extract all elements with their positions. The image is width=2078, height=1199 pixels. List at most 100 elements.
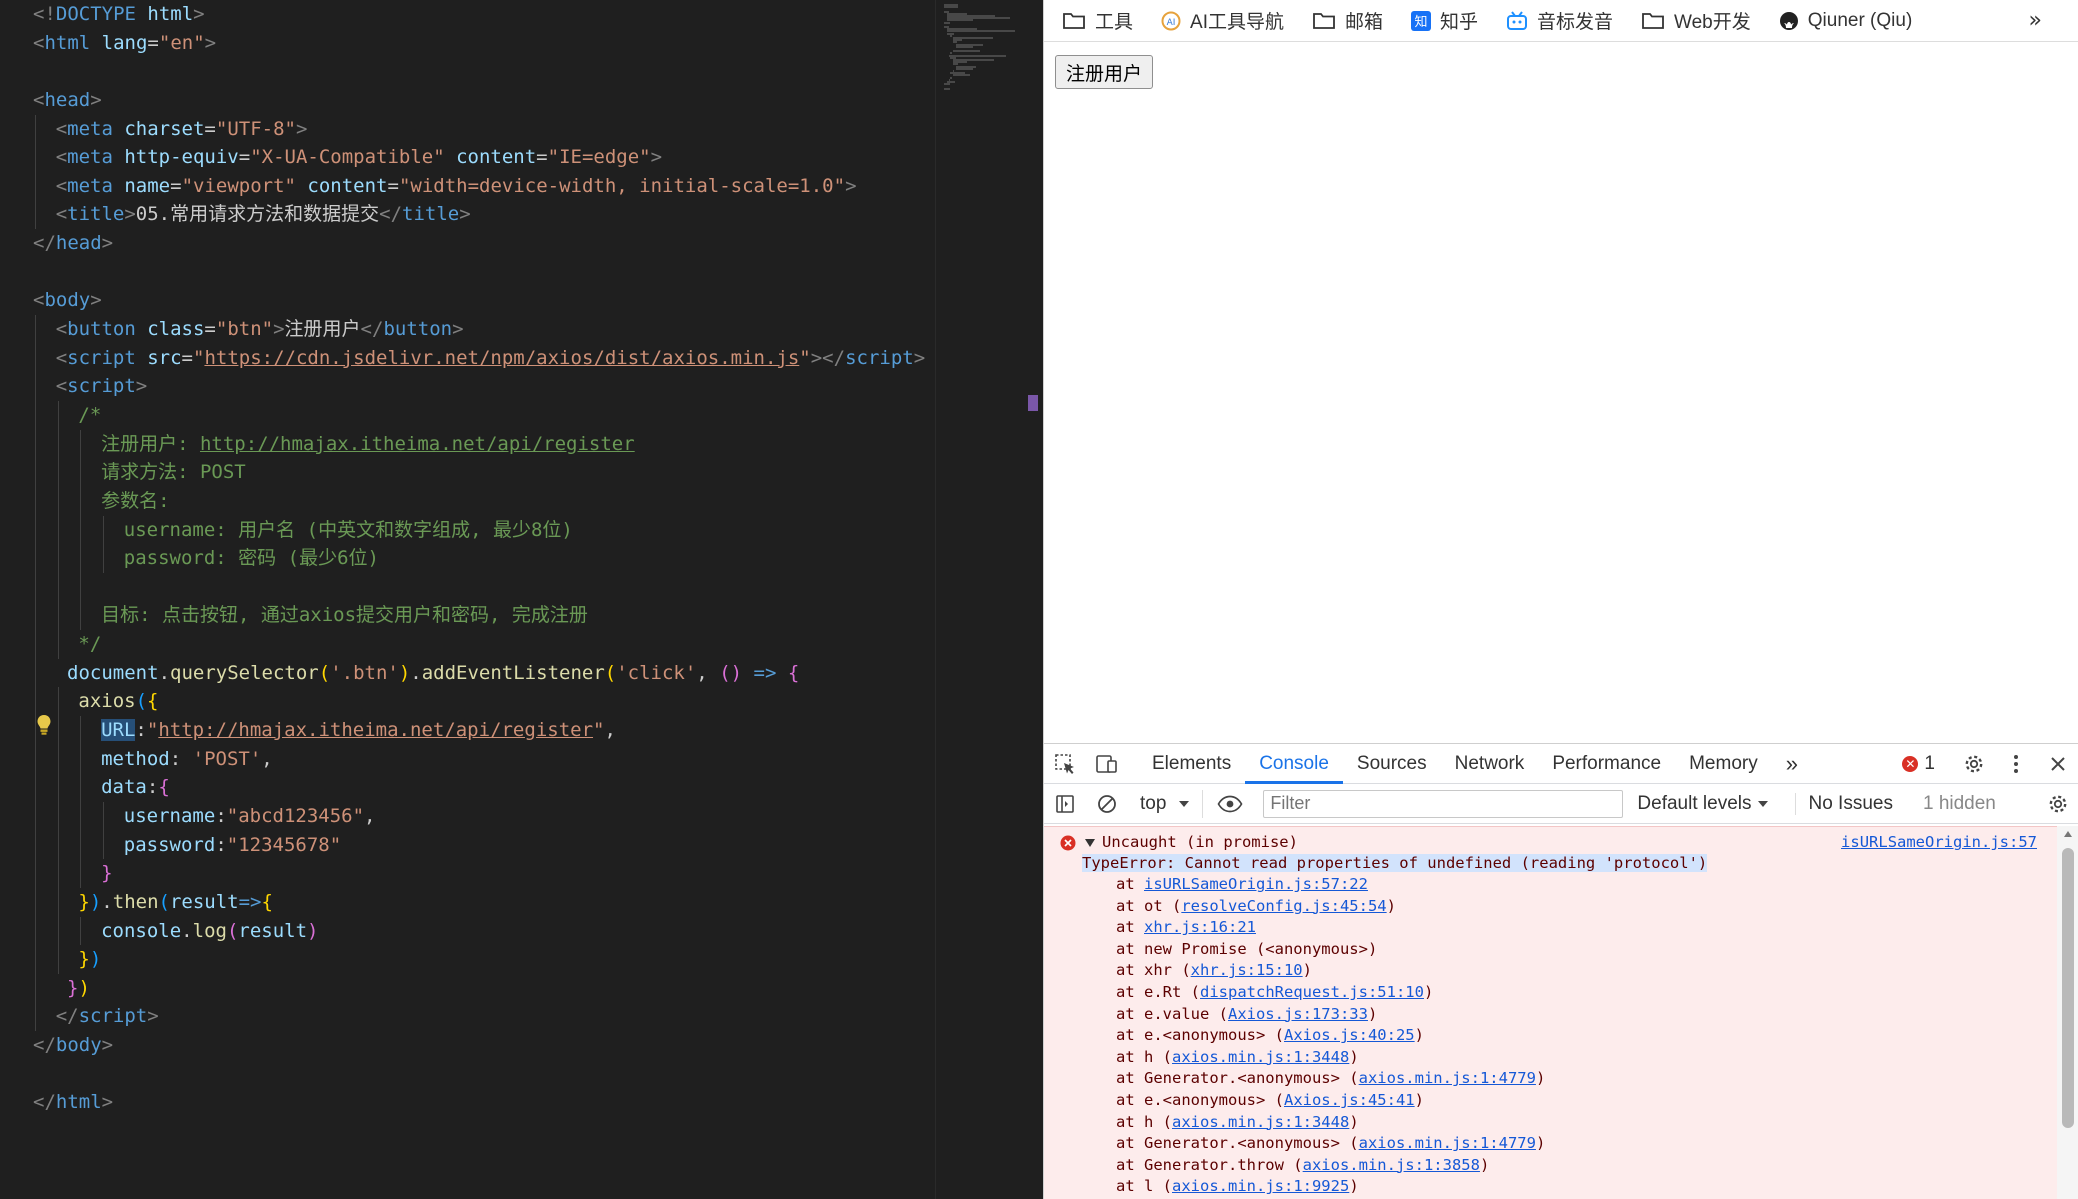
code-line[interactable]: <meta charset="UTF-8"> <box>0 114 935 144</box>
code-text: 参数名: <box>101 487 169 516</box>
tab-sources[interactable]: Sources <box>1343 744 1441 784</box>
console-error-message[interactable]: Uncaught (in promise) isURLSameOrigin.js… <box>1044 826 2057 1199</box>
bookmark-item[interactable]: 知知乎 <box>1410 7 1478 34</box>
code-line[interactable]: }) <box>0 945 935 974</box>
code-token: > <box>193 3 205 25</box>
code-line[interactable]: axios({ <box>0 687 935 717</box>
kebab-menu-icon[interactable] <box>1995 744 2037 784</box>
code-area[interactable]: <!DOCTYPE html> <html lang="en"> <head> <me… <box>0 0 935 1199</box>
stack-frame-link[interactable]: Axios.js:173:33 <box>1228 1005 1368 1023</box>
stack-frame-link[interactable]: Axios.js:45:41 <box>1284 1091 1415 1109</box>
tab-network[interactable]: Network <box>1441 744 1539 784</box>
code-line[interactable]: password: 密码 (最少6位) <box>0 544 935 573</box>
code-token: < <box>55 146 68 169</box>
minimap[interactable] <box>935 0 1025 1199</box>
indent-guide <box>35 114 36 144</box>
code-line[interactable]: username: 用户名 (中英文和数字组成, 最少8位) <box>0 515 935 545</box>
code-line[interactable]: password:"12345678" <box>0 830 935 860</box>
code-line[interactable]: <meta http-equiv="X-UA-Compatible" conte… <box>0 143 935 172</box>
stack-frame-link[interactable]: axios.min.js:1:4779 <box>1359 1069 1536 1087</box>
code-line[interactable]: 请求方法: POST <box>0 458 935 487</box>
tab-memory[interactable]: Memory <box>1675 744 1772 784</box>
code-line[interactable]: }) <box>0 973 935 1003</box>
clear-console-icon[interactable] <box>1086 784 1128 824</box>
code-line[interactable]: /* <box>0 400 935 430</box>
stack-frame-link[interactable]: dispatchRequest.js:51:10 <box>1200 983 1424 1001</box>
console-scrollbar[interactable] <box>2057 826 2078 1199</box>
lightbulb-icon[interactable] <box>36 714 52 736</box>
code-line[interactable] <box>0 1060 935 1089</box>
code-line[interactable]: <meta name="viewport" content="width=dev… <box>0 171 935 201</box>
code-line[interactable]: method: 'POST', <box>0 744 935 774</box>
scrollbar-thumb[interactable] <box>2062 848 2074 1128</box>
bookmarks-more-icon[interactable]: » <box>2029 8 2042 33</box>
bookmark-item[interactable]: AI AI工具导航 <box>1161 7 1284 34</box>
code-line[interactable]: 目标: 点击按钮, 通过axios提交用户和密码, 完成注册 <box>0 601 935 631</box>
stack-frame-link[interactable]: resolveConfig.js:45:54 <box>1181 897 1386 915</box>
code-line[interactable]: </head> <box>0 229 935 258</box>
code-line[interactable]: <button class="btn">注册用户</button> <box>0 315 935 344</box>
code-line[interactable] <box>0 572 935 602</box>
log-levels-dropdown[interactable]: Default levels <box>1637 793 1769 815</box>
devtools-more-tabs-icon[interactable]: » <box>1772 744 1812 784</box>
code-line[interactable] <box>0 57 935 86</box>
bookmark-item[interactable]: 音标发音 <box>1506 7 1613 34</box>
scroll-up-icon[interactable] <box>2063 830 2073 838</box>
bookmark-item[interactable]: 邮箱 <box>1312 7 1383 34</box>
code-line[interactable]: data:{ <box>0 773 935 802</box>
stack-frame-link[interactable]: axios.min.js:1:3448 <box>1172 1048 1349 1066</box>
bookmark-item[interactable]: Web开发 <box>1641 7 1751 34</box>
console-settings-gear-icon[interactable] <box>2037 784 2078 824</box>
code-line[interactable] <box>0 258 935 287</box>
stack-frame-link[interactable]: axios.min.js:1:4779 <box>1359 1134 1536 1152</box>
code-line[interactable]: <script> <box>0 372 935 401</box>
tab-performance[interactable]: Performance <box>1538 744 1675 784</box>
tab-elements[interactable]: Elements <box>1138 744 1245 784</box>
stack-frame-link[interactable]: isURLSameOrigin.js:57:22 <box>1144 875 1368 893</box>
code-line[interactable]: 注册用户: http://hmajax.itheima.net/api/regi… <box>0 429 935 459</box>
bookmark-item[interactable]: 工具 <box>1062 7 1133 34</box>
code-text: <meta http-equiv="X-UA-Compatible" conte… <box>56 143 662 172</box>
code-line[interactable]: } <box>0 859 935 888</box>
code-line[interactable]: <html lang="en"> <box>0 29 935 58</box>
settings-gear-icon[interactable] <box>1953 744 1995 784</box>
code-line[interactable]: 参数名: <box>0 486 935 516</box>
code-line[interactable]: <script src="https://cdn.jsdelivr.net/np… <box>0 343 935 373</box>
error-source-link[interactable]: isURLSameOrigin.js:57 <box>1841 833 2037 851</box>
code-line[interactable]: */ <box>0 630 935 659</box>
code-line[interactable]: <head> <box>0 86 935 115</box>
code-editor[interactable]: <!DOCTYPE html> <html lang="en"> <head> <me… <box>0 0 1043 1199</box>
close-icon[interactable] <box>2037 744 2078 784</box>
console-filter-input[interactable] <box>1263 789 1624 818</box>
stack-frame-link[interactable]: xhr.js:15:10 <box>1191 961 1303 979</box>
live-expression-eye-icon[interactable] <box>1209 784 1251 824</box>
code-line[interactable]: document.querySelector('.btn').addEventL… <box>0 658 935 688</box>
code-line[interactable]: URL:"http://hmajax.itheima.net/api/regis… <box>0 716 935 745</box>
context-selector[interactable]: top <box>1140 789 1204 818</box>
register-user-button[interactable]: 注册用户 <box>1055 55 1154 89</box>
tab-console[interactable]: Console <box>1245 744 1343 784</box>
code-line[interactable]: </html> <box>0 1088 935 1117</box>
code-line[interactable]: </body> <box>0 1031 935 1060</box>
stack-frame-link[interactable]: xhr.js:16:21 <box>1144 918 1256 936</box>
issues-indicator[interactable]: No Issues <box>1795 792 1893 815</box>
code-line[interactable]: username:"abcd123456", <box>0 801 935 831</box>
error-counter[interactable]: ✕ 1 <box>1902 753 1935 775</box>
stack-frame-link[interactable]: axios.min.js:1:3448 <box>1172 1113 1349 1131</box>
code-line[interactable]: <!DOCTYPE html> <box>0 0 935 29</box>
editor-scrollbar[interactable] <box>1025 0 1043 1199</box>
expand-triangle-icon[interactable] <box>1084 838 1096 848</box>
inspect-element-icon[interactable] <box>1044 744 1086 784</box>
stack-frame-link[interactable]: Axios.js:40:25 <box>1284 1026 1415 1044</box>
stack-frame-link[interactable]: axios.min.js:1:3858 <box>1303 1156 1480 1174</box>
code-token: => <box>742 661 777 684</box>
sidebar-toggle-icon[interactable] <box>1044 784 1086 824</box>
code-line[interactable]: <body> <box>0 286 935 315</box>
code-line[interactable]: <title>05.常用请求方法和数据提交</title> <box>0 200 935 230</box>
code-line[interactable]: }).then(result=>{ <box>0 887 935 917</box>
device-toolbar-icon[interactable] <box>1086 744 1128 784</box>
bookmark-item[interactable]: Qiuner (Qiu) <box>1779 10 1912 32</box>
code-line[interactable]: </script> <box>0 1002 935 1032</box>
stack-frame-link[interactable]: axios.min.js:1:9925 <box>1172 1177 1349 1195</box>
code-line[interactable]: console.log(result) <box>0 916 935 946</box>
